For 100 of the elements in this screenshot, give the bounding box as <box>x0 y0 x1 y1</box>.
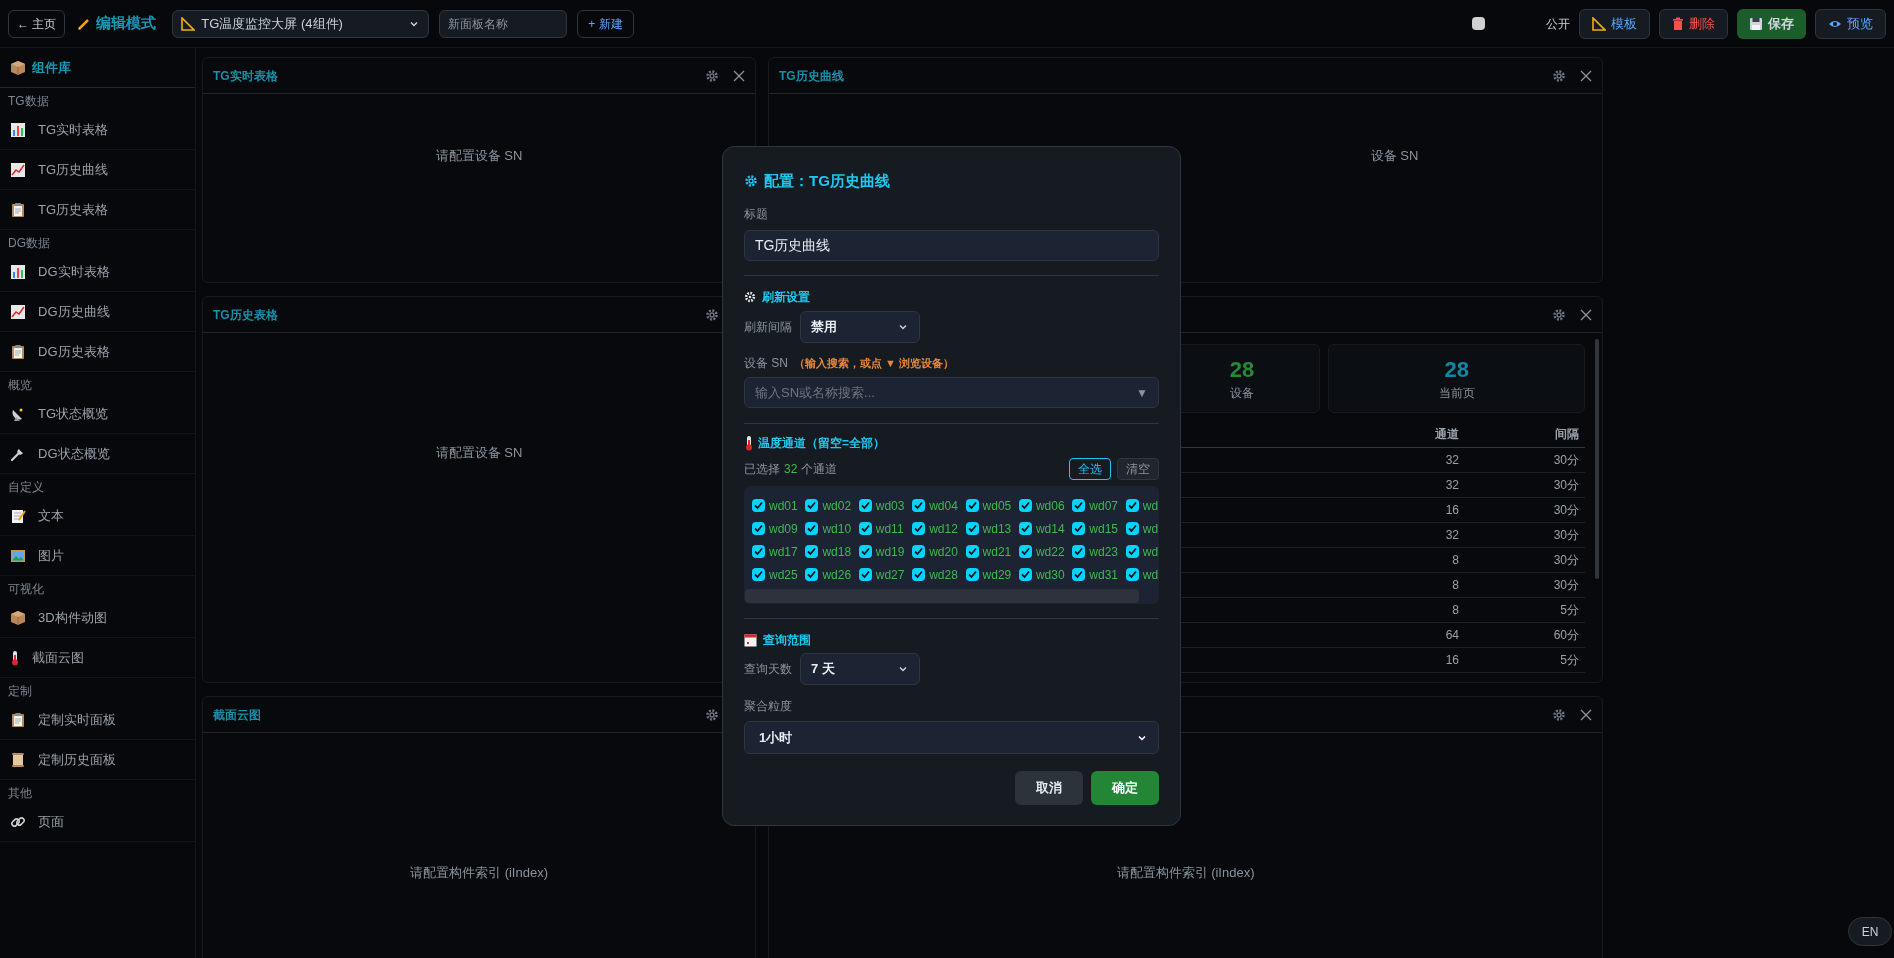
checkbox[interactable] <box>805 545 819 558</box>
home-button[interactable]: ← 主页 <box>8 9 66 38</box>
channel-checkbox[interactable]: wd17 <box>752 540 806 563</box>
template-button[interactable]: 模板 <box>1579 8 1650 39</box>
checkbox[interactable] <box>1018 545 1032 558</box>
sidebar-item[interactable]: DG历史曲线 <box>0 292 195 332</box>
checkbox[interactable] <box>1018 568 1032 581</box>
checkbox[interactable] <box>752 568 765 581</box>
channel-checkbox[interactable]: wd31 <box>1072 563 1126 586</box>
cancel-button[interactable]: 取消 <box>1015 771 1083 805</box>
channel-checkbox[interactable]: wd20 <box>912 540 966 563</box>
checkbox[interactable] <box>1018 499 1032 512</box>
channel-checkbox[interactable]: wd05 <box>965 494 1019 517</box>
close-button[interactable] <box>1580 708 1592 721</box>
channel-checkbox[interactable]: wd06 <box>1018 494 1073 517</box>
interval-select[interactable]: 禁用 <box>800 311 920 343</box>
delete-button[interactable]: 删除 <box>1659 8 1728 39</box>
checkbox[interactable] <box>805 499 819 512</box>
channel-checkbox[interactable]: wd13 <box>965 517 1019 540</box>
scrollbar[interactable] <box>1595 339 1599 579</box>
checkbox[interactable] <box>1072 545 1086 558</box>
device-search-field[interactable]: 输入SN或名称搜索... ▼ <box>744 377 1159 408</box>
checkbox[interactable] <box>752 499 765 512</box>
channel-checkbox[interactable]: wd07 <box>1072 494 1126 517</box>
sidebar-item[interactable]: 截面云图 <box>0 638 195 678</box>
channel-checkbox[interactable]: wd11 <box>858 517 913 540</box>
checkbox[interactable] <box>1072 522 1086 535</box>
sidebar-item[interactable]: 文本 <box>0 496 195 536</box>
checkbox[interactable] <box>1125 545 1139 558</box>
title-field[interactable]: TG历史曲线 <box>744 230 1159 261</box>
sidebar-item[interactable]: 定制历史面板 <box>0 740 195 780</box>
sidebar-item[interactable]: TG历史曲线 <box>0 150 195 190</box>
scrollbar[interactable] <box>745 589 1139 603</box>
checkbox[interactable] <box>912 522 926 535</box>
channel-checkbox[interactable]: wd30 <box>1018 563 1073 586</box>
checkbox[interactable] <box>858 545 872 558</box>
new-name-field[interactable]: 新面板名称 <box>439 9 568 38</box>
settings-button[interactable] <box>705 707 719 722</box>
granularity-select[interactable]: 1小时 <box>744 721 1159 754</box>
checkbox[interactable] <box>965 568 979 581</box>
channel-checkbox[interactable]: wd27 <box>858 563 913 586</box>
checkbox[interactable] <box>858 499 872 512</box>
checkbox[interactable] <box>965 522 979 535</box>
checkbox[interactable] <box>912 545 926 558</box>
channel-checkbox[interactable]: wd19 <box>858 540 913 563</box>
checkbox[interactable] <box>912 568 926 581</box>
checkbox[interactable] <box>858 568 872 581</box>
channel-checkbox[interactable]: wd15 <box>1072 517 1126 540</box>
channel-checkbox[interactable]: wd23 <box>1072 540 1126 563</box>
channel-checkbox[interactable]: wd22 <box>1018 540 1073 563</box>
channel-checkbox[interactable]: wd28 <box>912 563 966 586</box>
dashboard-select[interactable]: TG温度监控大屏 (4组件) <box>172 9 430 38</box>
dropdown-arrow[interactable]: ▼ <box>1136 383 1148 402</box>
channel-checkbox[interactable]: wd29 <box>965 563 1019 586</box>
checkbox[interactable] <box>965 499 979 512</box>
checkbox[interactable] <box>1125 499 1139 512</box>
checkbox[interactable] <box>752 522 765 535</box>
channel-checkbox[interactable]: wd <box>1125 563 1159 586</box>
settings-button[interactable] <box>1552 307 1566 322</box>
settings-button[interactable] <box>705 307 719 322</box>
sidebar-item[interactable]: DG历史表格 <box>0 332 195 372</box>
sidebar-item[interactable]: TG状态概览 <box>0 394 195 434</box>
channel-checkbox[interactable]: wd02 <box>805 494 859 517</box>
checkbox[interactable] <box>1072 568 1086 581</box>
close-button[interactable] <box>1580 69 1592 82</box>
channel-checkbox[interactable]: wd <box>1125 540 1159 563</box>
settings-button[interactable] <box>705 68 719 83</box>
channel-checkbox[interactable]: wd <box>1125 494 1159 517</box>
checkbox[interactable] <box>1125 568 1139 581</box>
channel-checkbox[interactable]: wd18 <box>805 540 859 563</box>
checkbox[interactable] <box>965 545 979 558</box>
confirm-button[interactable]: 确定 <box>1091 771 1159 805</box>
checkbox[interactable] <box>1018 522 1032 535</box>
checkbox[interactable] <box>858 522 872 535</box>
select-all-button[interactable]: 全选 <box>1069 458 1111 480</box>
checkbox[interactable] <box>805 568 819 581</box>
sidebar-item[interactable]: 定制实时面板 <box>0 700 195 740</box>
settings-button[interactable] <box>1552 707 1566 722</box>
language-button[interactable]: EN <box>1848 917 1892 946</box>
new-button[interactable]: + 新建 <box>577 9 634 38</box>
checkbox[interactable] <box>1072 499 1086 512</box>
sidebar-item[interactable]: 3D构件动图 <box>0 598 195 638</box>
channel-checkbox[interactable]: wd21 <box>965 540 1019 563</box>
checkbox[interactable] <box>912 499 926 512</box>
channel-checkbox[interactable]: wd04 <box>912 494 966 517</box>
channel-checkbox[interactable]: wd03 <box>858 494 913 517</box>
checkbox[interactable] <box>1125 522 1139 535</box>
sidebar-item[interactable]: 页面 <box>0 802 195 842</box>
checkbox[interactable] <box>752 545 765 558</box>
channel-checkbox[interactable]: wd10 <box>805 517 859 540</box>
channel-checkbox[interactable]: wd26 <box>805 563 859 586</box>
sidebar-item[interactable]: 图片 <box>0 536 195 576</box>
checkbox[interactable] <box>805 522 819 535</box>
channel-checkbox[interactable]: wd09 <box>752 517 806 540</box>
public-checkbox[interactable] <box>1472 17 1485 30</box>
channel-checkbox[interactable]: wd01 <box>752 494 806 517</box>
channel-checkbox[interactable]: wd25 <box>752 563 806 586</box>
days-select[interactable]: 7 天 <box>800 653 920 685</box>
settings-button[interactable] <box>1552 68 1566 83</box>
clear-button[interactable]: 清空 <box>1117 458 1159 480</box>
